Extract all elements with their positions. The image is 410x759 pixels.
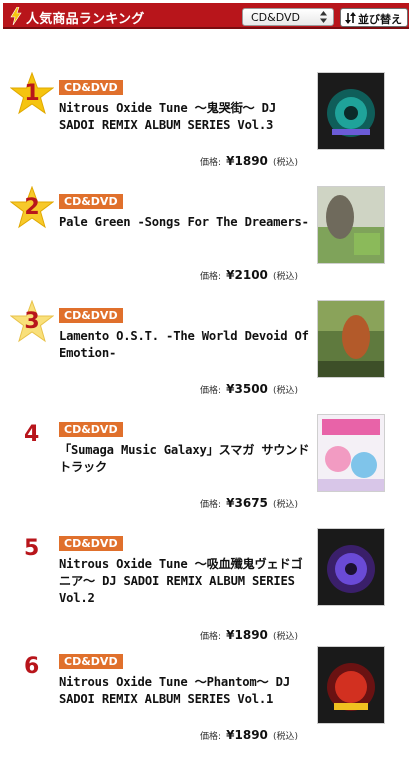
price-label: 価格: [200,158,222,168]
item-title-link[interactable]: Pale Green -Songs For The Dreamers- [59,214,311,231]
item-title-link[interactable]: Nitrous Oxide Tune 〜吸血殲鬼ヴェドゴニア〜 DJ SADOI… [59,556,311,607]
price-value: ¥3675 [226,496,268,510]
rank-number: 5 [24,536,40,561]
item-title-link[interactable]: 「Sumaga Music Galaxy」スマガ サウンドトラック [59,442,311,476]
price-value: ¥1890 [226,154,268,168]
lightning-icon [10,7,22,25]
rank-number: 1 [24,81,40,106]
price-row: 価格: ¥3675 (税込) [200,492,310,511]
ranking-title: 人気商品ランキング [26,12,145,27]
rank-number: 3 [24,309,40,334]
album-cover-anime-characters[interactable] [317,414,385,492]
item-title-link[interactable]: Nitrous Oxide Tune 〜Phantom〜 DJ SADOI RE… [59,674,311,708]
price-label: 価格: [200,386,222,396]
price-label: 価格: [200,732,222,742]
price-value: ¥1890 [226,728,268,742]
rank-number: 4 [24,422,40,447]
category-badge: CD&DVD [59,654,123,669]
category-badge: CD&DVD [59,80,123,95]
tax-label: (税込) [272,632,299,642]
sort-icon [345,12,356,24]
ranking-item: 5 CD&DVD Nitrous Oxide Tune 〜吸血殲鬼ヴェドゴニア〜… [0,528,410,642]
tax-label: (税込) [272,386,299,396]
category-badge: CD&DVD [59,308,123,323]
category-badge: CD&DVD [59,536,123,551]
price-label: 価格: [200,632,222,642]
album-cover-teal-emblem[interactable] [317,72,385,150]
album-cover-forest-illustration[interactable] [317,300,385,378]
tax-label: (税込) [272,272,299,282]
ranking-item: 2 CD&DVD Pale Green -Songs For The Dream… [0,186,410,296]
ranking-item: 4 CD&DVD 「Sumaga Music Galaxy」スマガ サウンドトラ… [0,414,410,524]
album-cover-red-emblem[interactable] [317,646,385,724]
sort-button-label: 並び替え [358,13,402,26]
price-value: ¥2100 [226,268,268,282]
tax-label: (税込) [272,500,299,510]
ranking-header: 人気商品ランキング CD&DVD 並び替え [3,3,409,29]
rank-number: 2 [24,195,40,220]
category-badge: CD&DVD [59,194,123,209]
item-title-link[interactable]: Nitrous Oxide Tune 〜鬼哭街〜 DJ SADOI REMIX … [59,100,311,134]
category-select-value: CD&DVD [251,11,301,24]
rank-number: 6 [24,654,40,679]
ranking-item: 6 CD&DVD Nitrous Oxide Tune 〜Phantom〜 DJ… [0,646,410,756]
price-row: 価格: ¥3500 (税込) [200,378,310,397]
category-select[interactable]: CD&DVD [242,8,334,26]
ranking-item: 1 CD&DVD Nitrous Oxide Tune 〜鬼哭街〜 DJ SAD… [0,72,410,182]
category-badge: CD&DVD [59,422,123,437]
album-cover-purple-emblem[interactable] [317,528,385,606]
sort-button[interactable]: 並び替え [340,8,408,27]
ranking-item: 3 CD&DVD Lamento O.S.T. -The World Devoi… [0,300,410,410]
price-row: 価格: ¥1890 (税込) [200,150,310,169]
price-value: ¥1890 [226,628,268,642]
price-row: 価格: ¥1890 (税込) [200,624,310,643]
price-row: 価格: ¥2100 (税込) [200,264,310,283]
price-label: 価格: [200,272,222,282]
select-arrows-icon [320,11,327,23]
price-label: 価格: [200,500,222,510]
album-cover-green-illustration[interactable] [317,186,385,264]
tax-label: (税込) [272,732,299,742]
price-row: 価格: ¥1890 (税込) [200,724,310,743]
price-value: ¥3500 [226,382,268,396]
item-title-link[interactable]: Lamento O.S.T. -The World Devoid Of Emot… [59,328,311,362]
tax-label: (税込) [272,158,299,168]
